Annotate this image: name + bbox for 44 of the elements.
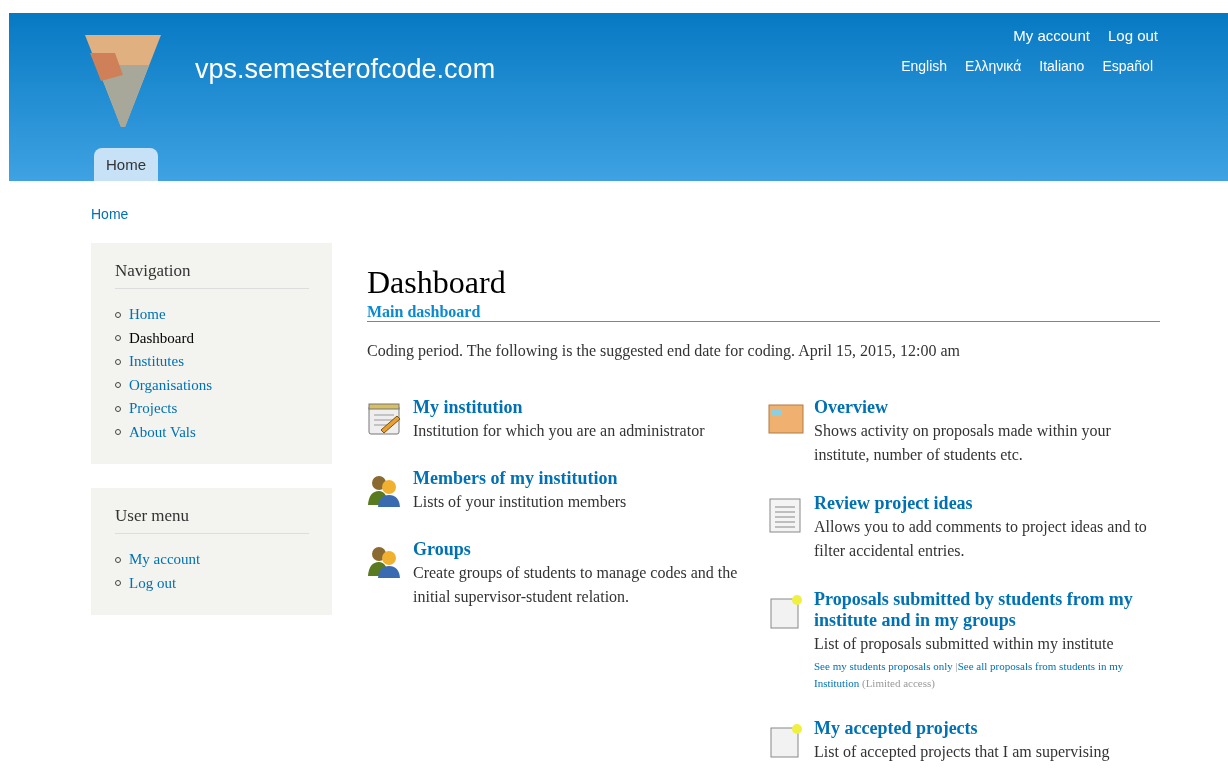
site-name[interactable]: vps.semesterofcode.com	[195, 54, 496, 85]
language-link[interactable]: Italiano	[1039, 58, 1085, 74]
new-document-icon	[768, 594, 804, 630]
entry-description: Shows activity on proposals made within your institute, number of students etc.	[814, 421, 1112, 465]
people-icon	[367, 544, 403, 580]
new-document-icon	[768, 723, 804, 759]
notepad-icon	[367, 402, 403, 438]
sidebar-link[interactable]: Institutes	[129, 353, 184, 371]
logo-icon	[85, 35, 161, 127]
entry-description: List of accepted projects that I am supervising	[814, 742, 1110, 763]
sidebar-link[interactable]: Dashboard	[129, 329, 194, 347]
people-icon	[367, 473, 403, 509]
sidebar-link[interactable]: About Vals	[129, 423, 196, 441]
dashboard-tab[interactable]: Main dashboard	[367, 303, 481, 321]
language-link[interactable]: Ελληνικά	[965, 58, 1022, 74]
sidebar-link[interactable]: Projects	[129, 400, 178, 418]
document-icon	[768, 498, 804, 534]
block-title: User menu	[115, 506, 309, 534]
home-tab[interactable]: Home	[94, 148, 158, 181]
entry-link[interactable]: My accepted projects	[814, 718, 1110, 739]
entry-link[interactable]: My institution	[413, 397, 705, 418]
entry-description: Institution for which you are an administrator	[413, 421, 705, 442]
entry-description: List of proposals submitted within my institute	[814, 634, 1115, 655]
entry-description: Allows you to add comments to project ideas and to filter accidental entries.	[814, 517, 1148, 561]
sidebar-link[interactable]: Home	[129, 306, 166, 324]
page-title: Dashboard	[367, 264, 507, 301]
account-link[interactable]: My account	[1013, 27, 1090, 44]
entry-description: Lists of your institution members	[413, 492, 627, 513]
sidebar-link[interactable]: Log out	[129, 574, 177, 592]
breadcrumb-link[interactable]: Home	[91, 206, 129, 222]
sidebar-link[interactable]: Organisations	[129, 376, 213, 394]
entry-link[interactable]: Proposals submitted by students from my institute and in my groups	[814, 589, 1159, 631]
entry-link[interactable]: Review project ideas	[814, 493, 1159, 514]
sidebar-link[interactable]: My account	[129, 551, 201, 569]
language-link[interactable]: English	[901, 58, 948, 74]
proposal-links-text[interactable]: See my students proposals only |See all proposals from students in my Institution (Limited access)	[814, 658, 1159, 692]
entry-link[interactable]: Groups	[413, 539, 758, 560]
entry-link[interactable]: Overview	[814, 397, 1159, 418]
language-link[interactable]: Español	[1102, 58, 1153, 74]
entry-link[interactable]: Members of my institution	[413, 468, 627, 489]
account-link[interactable]: Log out	[1107, 27, 1158, 44]
block-title: Navigation	[115, 261, 309, 289]
entry-description: Create groups of students to manage codes and the initial supervisor-student relation.	[413, 563, 739, 608]
notice-text: Coding period. The following is the suggested end date for coding. April 15, 2015, 12:00 am	[367, 342, 961, 360]
